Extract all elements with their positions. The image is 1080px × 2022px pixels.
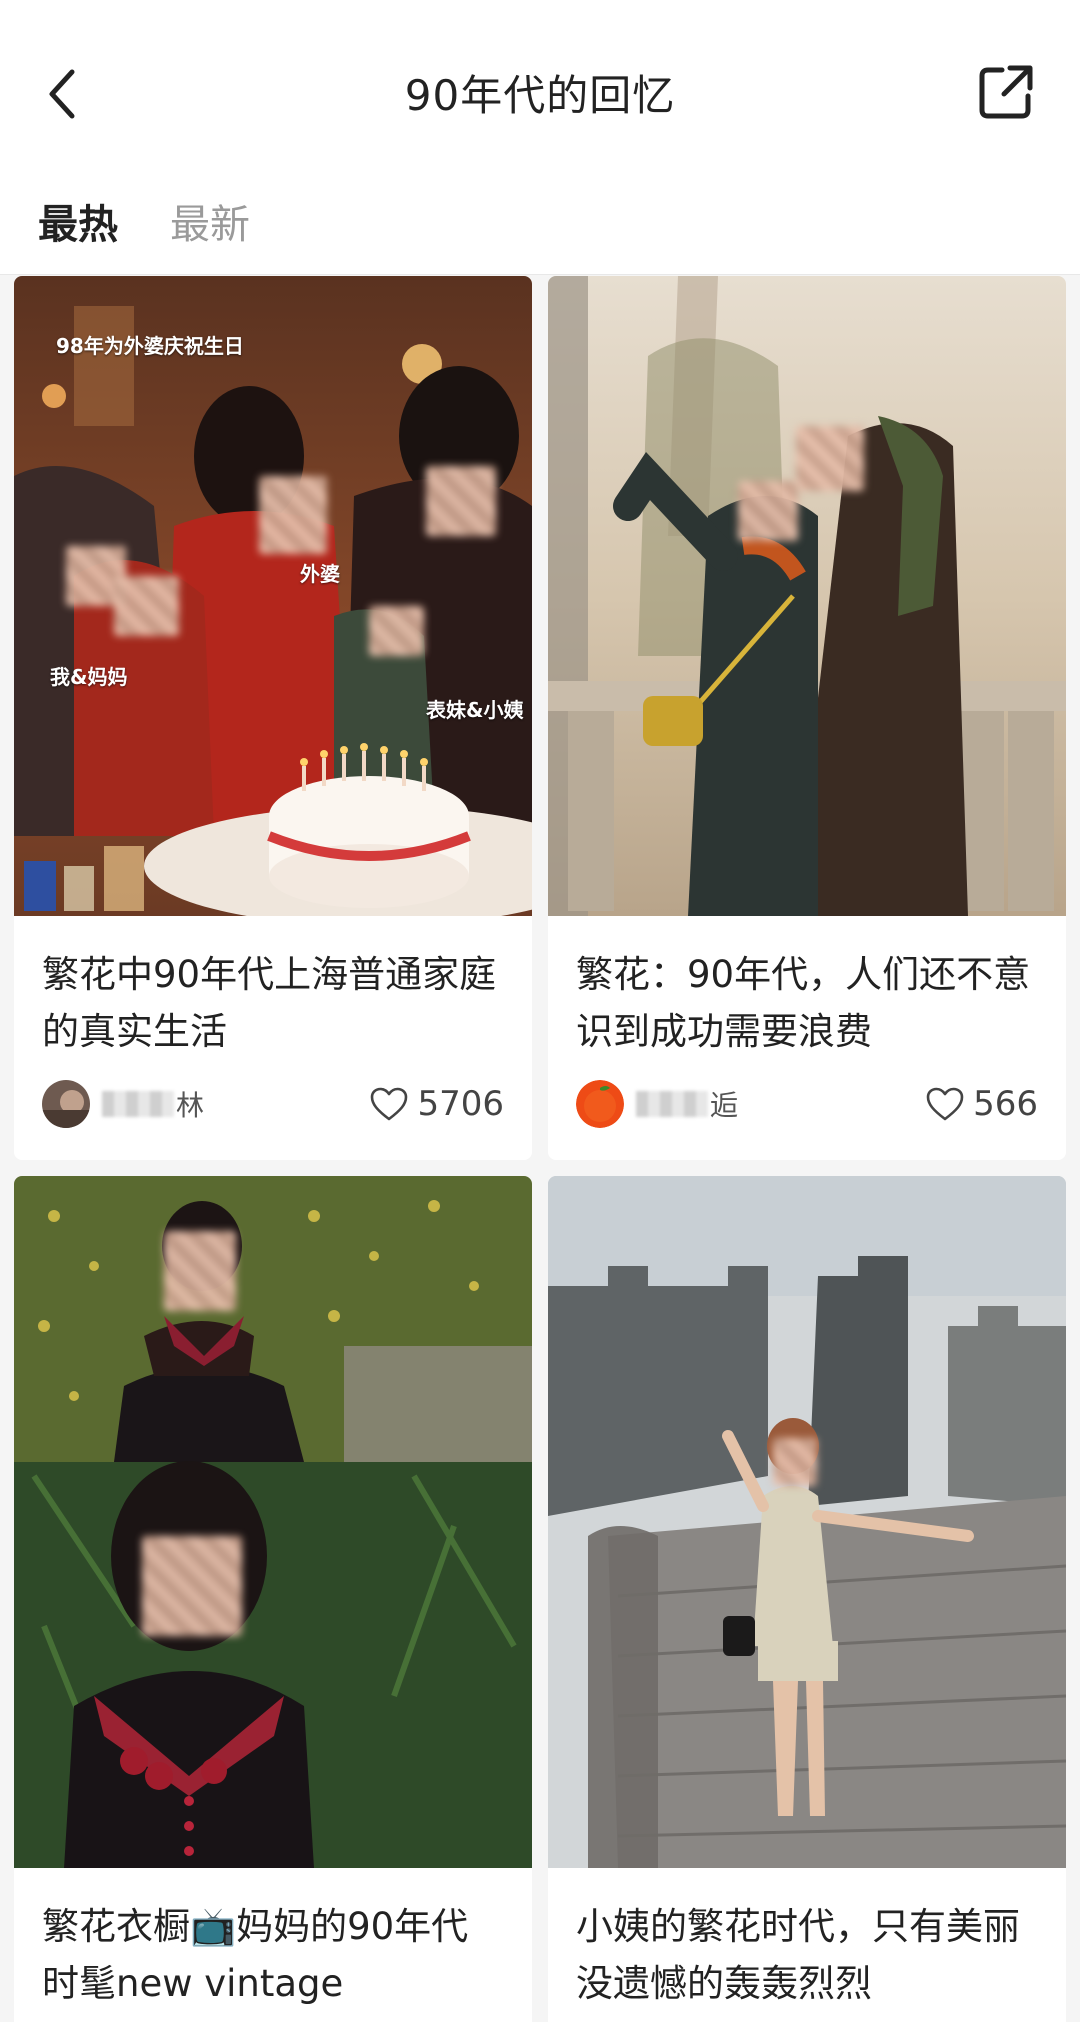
- post-title[interactable]: 繁花：90年代，人们还不意识到成功需要浪费: [548, 916, 1066, 1060]
- heart-icon[interactable]: [369, 1086, 409, 1122]
- post-title[interactable]: 繁花衣橱📺妈妈的90年代时髦new vintage: [14, 1868, 532, 2012]
- tab-hottest[interactable]: 最热: [38, 192, 118, 250]
- avatar[interactable]: [42, 1080, 90, 1128]
- tab-newest[interactable]: 最新: [170, 192, 250, 250]
- blurred-face: [369, 606, 424, 656]
- post-meta: 林 5706: [42, 1078, 504, 1130]
- woman-portrait-photo: [14, 1176, 532, 1868]
- heart-icon[interactable]: [925, 1086, 965, 1122]
- share-button[interactable]: [976, 62, 1036, 122]
- photo-label: 外婆: [300, 562, 340, 586]
- author-name[interactable]: 逅: [636, 1084, 925, 1124]
- post-card[interactable]: 繁花：90年代，人们还不意识到成功需要浪费 逅 566: [548, 276, 1066, 1160]
- photo-label: 我&妈妈: [50, 665, 128, 689]
- post-card[interactable]: 繁花衣橱📺妈妈的90年代时髦new vintage: [14, 1176, 532, 2022]
- blurred-face: [259, 476, 327, 554]
- post-title[interactable]: 繁花中90年代上海普通家庭的真实生活: [14, 916, 532, 1060]
- post-card[interactable]: 小姨的繁花时代，只有美丽没遗憾的轰轰烈烈: [548, 1176, 1066, 2022]
- page-title: 90年代的回忆: [404, 71, 676, 120]
- blurred-face: [738, 481, 798, 541]
- like-count: 5706: [369, 1084, 504, 1124]
- blurred-face: [114, 576, 179, 636]
- blurred-face: [426, 466, 496, 536]
- post-image[interactable]: [548, 276, 1066, 916]
- blurred-face: [164, 1231, 236, 1311]
- great-wall-photo: [548, 1176, 1066, 1868]
- post-meta: 逅 566: [576, 1078, 1038, 1130]
- post-image[interactable]: [548, 1176, 1066, 1868]
- like-count: 566: [925, 1084, 1038, 1124]
- post-image[interactable]: 98年为外婆庆祝生日 外婆 我&妈妈 表妹&小姨: [14, 276, 532, 916]
- author-name[interactable]: 林: [102, 1084, 369, 1124]
- sort-tabs: 最热 最新: [38, 180, 250, 250]
- avatar[interactable]: [576, 1080, 624, 1128]
- header: 90年代的回忆 最热 最新: [0, 0, 1080, 275]
- blurred-face: [773, 1438, 817, 1486]
- photo-caption: 98年为外婆庆祝生日: [56, 334, 244, 358]
- couple-photo: [548, 276, 1066, 916]
- blurred-username: [636, 1091, 708, 1117]
- share-icon: [979, 65, 1033, 119]
- post-image[interactable]: [14, 1176, 532, 1868]
- blurred-username: [102, 1091, 174, 1117]
- post-card[interactable]: 98年为外婆庆祝生日 外婆 我&妈妈 表妹&小姨 繁花中90年代上海普通家庭的真…: [14, 276, 532, 1160]
- blurred-face: [796, 426, 864, 491]
- photo-label: 表妹&小姨: [426, 698, 524, 722]
- post-title[interactable]: 小姨的繁花时代，只有美丽没遗憾的轰轰烈烈: [548, 1868, 1066, 2012]
- blurred-face: [142, 1536, 242, 1636]
